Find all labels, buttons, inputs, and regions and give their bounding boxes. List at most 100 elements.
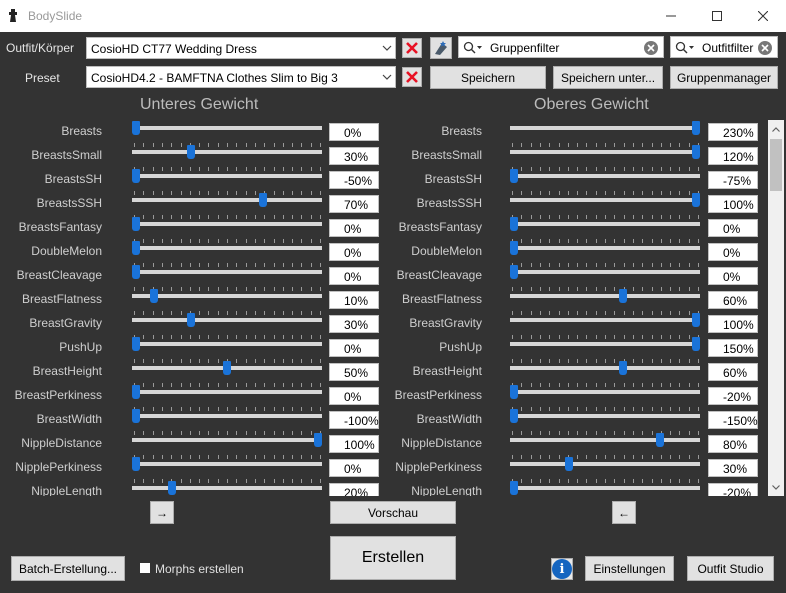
high-weight-value-field[interactable]: 230% bbox=[708, 123, 758, 141]
copy-high-to-low-button[interactable]: ← bbox=[612, 501, 636, 524]
low-weight-slider-thumb[interactable] bbox=[132, 217, 140, 231]
clear-icon[interactable] bbox=[643, 40, 659, 56]
minimize-button[interactable] bbox=[648, 0, 694, 32]
high-weight-value-field[interactable]: 100% bbox=[708, 195, 758, 213]
high-weight-slider-thumb[interactable] bbox=[510, 481, 518, 495]
delete-outfit-button[interactable] bbox=[402, 38, 422, 58]
high-weight-slider-thumb[interactable] bbox=[619, 361, 628, 375]
high-weight-value-field[interactable]: 100% bbox=[708, 315, 758, 333]
low-weight-slider-thumb[interactable] bbox=[132, 409, 140, 423]
high-weight-slider-track[interactable] bbox=[510, 318, 700, 322]
low-weight-slider-track[interactable] bbox=[132, 174, 322, 178]
delete-preset-button[interactable] bbox=[402, 67, 422, 87]
high-weight-slider-track[interactable] bbox=[510, 462, 700, 466]
low-weight-value-field[interactable]: -100% bbox=[329, 411, 379, 429]
copy-low-to-high-button[interactable]: → bbox=[150, 501, 174, 524]
preset-select[interactable]: CosioHD4.2 - BAMFTNA Clothes Slim to Big… bbox=[86, 66, 396, 88]
high-weight-slider-track[interactable] bbox=[510, 438, 700, 442]
low-weight-slider-thumb[interactable] bbox=[132, 121, 140, 135]
close-button[interactable] bbox=[740, 0, 786, 32]
high-weight-slider-track[interactable] bbox=[510, 414, 700, 418]
high-weight-value-field[interactable]: 0% bbox=[708, 219, 758, 237]
low-weight-slider-thumb[interactable] bbox=[186, 313, 195, 327]
low-weight-slider-track[interactable] bbox=[132, 294, 322, 298]
high-weight-value-field[interactable]: 0% bbox=[708, 267, 758, 285]
low-weight-slider-track[interactable] bbox=[132, 414, 322, 418]
low-weight-slider-thumb[interactable] bbox=[259, 193, 268, 207]
group-filter-input[interactable]: Gruppenfilter bbox=[458, 36, 664, 58]
low-weight-value-field[interactable]: 0% bbox=[329, 459, 379, 477]
high-weight-slider-thumb[interactable] bbox=[692, 337, 700, 351]
high-weight-value-field[interactable]: 60% bbox=[708, 291, 758, 309]
low-weight-slider-track[interactable] bbox=[132, 462, 322, 466]
maximize-button[interactable] bbox=[694, 0, 740, 32]
low-weight-slider-thumb[interactable] bbox=[168, 481, 177, 495]
high-weight-value-field[interactable]: 0% bbox=[708, 243, 758, 261]
low-weight-slider-thumb[interactable] bbox=[132, 241, 140, 255]
low-weight-slider-track[interactable] bbox=[132, 390, 322, 394]
low-weight-slider-thumb[interactable] bbox=[223, 361, 231, 375]
low-weight-value-field[interactable]: 70% bbox=[329, 195, 379, 213]
low-weight-value-field[interactable]: 0% bbox=[329, 123, 379, 141]
low-weight-slider-thumb[interactable] bbox=[314, 433, 322, 447]
high-weight-slider-track[interactable] bbox=[510, 366, 700, 370]
low-weight-slider-track[interactable] bbox=[132, 150, 322, 154]
outfit-filter-input[interactable]: Outfitfilter bbox=[670, 36, 778, 58]
low-weight-value-field[interactable]: 0% bbox=[329, 387, 379, 405]
low-weight-value-field[interactable]: -50% bbox=[329, 171, 379, 189]
low-weight-value-field[interactable]: 0% bbox=[329, 339, 379, 357]
low-weight-slider-thumb[interactable] bbox=[132, 337, 140, 351]
high-weight-slider-track[interactable] bbox=[510, 222, 700, 226]
low-weight-slider-track[interactable] bbox=[132, 198, 322, 202]
low-weight-slider-thumb[interactable] bbox=[150, 289, 159, 303]
low-weight-slider-track[interactable] bbox=[132, 270, 322, 274]
low-weight-slider-thumb[interactable] bbox=[186, 145, 195, 159]
high-weight-value-field[interactable]: 120% bbox=[708, 147, 758, 165]
low-weight-slider-thumb[interactable] bbox=[132, 265, 140, 279]
low-weight-slider-track[interactable] bbox=[132, 126, 322, 130]
high-weight-slider-thumb[interactable] bbox=[692, 313, 700, 327]
scroll-down-button[interactable] bbox=[768, 479, 784, 495]
high-weight-slider-thumb[interactable] bbox=[692, 121, 700, 135]
high-weight-value-field[interactable]: -20% bbox=[708, 483, 758, 496]
high-weight-slider-track[interactable] bbox=[510, 390, 700, 394]
high-weight-slider-thumb[interactable] bbox=[510, 241, 518, 255]
high-weight-slider-thumb[interactable] bbox=[510, 265, 518, 279]
low-weight-value-field[interactable]: 100% bbox=[329, 435, 379, 453]
high-weight-slider-thumb[interactable] bbox=[692, 145, 700, 159]
low-weight-slider-track[interactable] bbox=[132, 222, 322, 226]
high-weight-slider-thumb[interactable] bbox=[510, 409, 518, 423]
high-weight-value-field[interactable]: 30% bbox=[708, 459, 758, 477]
build-button[interactable]: Erstellen bbox=[330, 536, 456, 580]
high-weight-slider-track[interactable] bbox=[510, 246, 700, 250]
morphs-checkbox[interactable] bbox=[139, 562, 151, 574]
high-weight-slider-thumb[interactable] bbox=[510, 217, 518, 231]
high-weight-slider-track[interactable] bbox=[510, 174, 700, 178]
low-weight-slider-track[interactable] bbox=[132, 438, 322, 442]
low-weight-value-field[interactable]: 20% bbox=[329, 483, 379, 496]
info-button[interactable]: i bbox=[551, 558, 573, 580]
low-weight-value-field[interactable]: 30% bbox=[329, 315, 379, 333]
scroll-thumb[interactable] bbox=[770, 139, 782, 191]
high-weight-slider-thumb[interactable] bbox=[510, 385, 518, 399]
low-weight-value-field[interactable]: 30% bbox=[329, 147, 379, 165]
high-weight-value-field[interactable]: 80% bbox=[708, 435, 758, 453]
save-as-button[interactable]: Speichern unter... bbox=[553, 66, 663, 89]
low-weight-slider-thumb[interactable] bbox=[132, 385, 140, 399]
high-weight-slider-track[interactable] bbox=[510, 126, 700, 130]
low-weight-slider-track[interactable] bbox=[132, 342, 322, 346]
low-weight-slider-track[interactable] bbox=[132, 246, 322, 250]
settings-button[interactable]: Einstellungen bbox=[585, 556, 674, 581]
scroll-up-button[interactable] bbox=[768, 121, 784, 137]
high-weight-slider-track[interactable] bbox=[510, 486, 700, 490]
high-weight-slider-thumb[interactable] bbox=[619, 289, 628, 303]
high-weight-value-field[interactable]: -75% bbox=[708, 171, 758, 189]
group-manager-button[interactable]: Gruppenmanager bbox=[670, 66, 778, 89]
high-weight-slider-track[interactable] bbox=[510, 270, 700, 274]
high-weight-slider-track[interactable] bbox=[510, 342, 700, 346]
high-weight-value-field[interactable]: -150% bbox=[708, 411, 758, 429]
preview-button[interactable]: Vorschau bbox=[330, 501, 456, 524]
low-weight-value-field[interactable]: 0% bbox=[329, 267, 379, 285]
batch-build-button[interactable]: Batch-Erstellung... bbox=[11, 556, 125, 581]
low-weight-value-field[interactable]: 50% bbox=[329, 363, 379, 381]
